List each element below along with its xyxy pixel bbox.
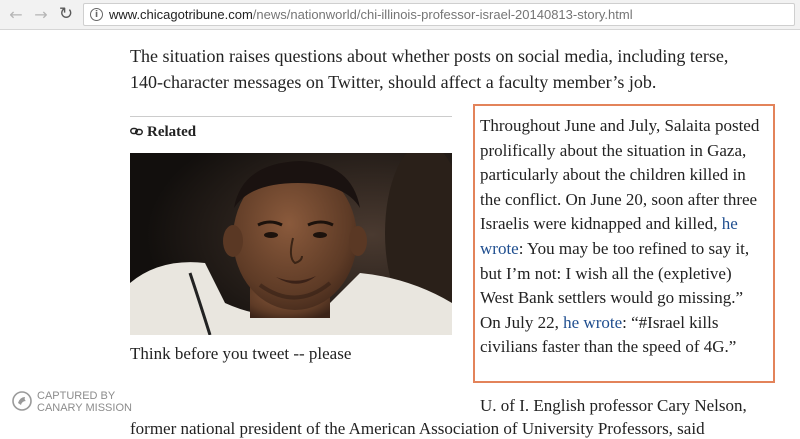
reload-button[interactable]: ↻ bbox=[56, 4, 76, 24]
browser-toolbar: ← → ↻ i www.chicagotribune.com/news/nati… bbox=[0, 0, 800, 30]
quote-text-1: Throughout June and July, Salaita posted… bbox=[480, 116, 760, 234]
url-path: /news/nationworld/chi-illinois-professor… bbox=[252, 7, 633, 22]
arrow-right-icon: → bbox=[34, 4, 48, 24]
watermark-line-2: CANARY MISSION bbox=[37, 402, 132, 414]
related-photo[interactable] bbox=[130, 153, 452, 335]
address-bar[interactable]: i www.chicagotribune.com/news/nationworl… bbox=[83, 3, 795, 26]
info-icon[interactable]: i bbox=[90, 8, 103, 21]
following-paragraph: U. of I. English professor Cary Nelson, bbox=[480, 396, 747, 415]
canary-logo-icon bbox=[12, 390, 32, 414]
canary-mission-watermark: CAPTURED BY CANARY MISSION bbox=[12, 390, 132, 414]
related-heading-label: Related bbox=[147, 124, 197, 140]
forward-button[interactable]: → bbox=[31, 4, 51, 24]
reload-icon: ↻ bbox=[58, 4, 74, 24]
url-domain: www.chicagotribune.com bbox=[109, 7, 253, 22]
link-icon bbox=[130, 124, 143, 141]
he-wrote-link-2[interactable]: he wrote bbox=[563, 313, 622, 332]
back-button[interactable]: ← bbox=[6, 4, 26, 24]
watermark-line-1: CAPTURED BY bbox=[37, 390, 116, 402]
article-intro-paragraph: The situation raises questions about whe… bbox=[130, 46, 729, 92]
highlighted-quote-box: Throughout June and July, Salaita posted… bbox=[473, 104, 775, 383]
cut-off-paragraph: former national president of the America… bbox=[130, 419, 705, 438]
photo-caption[interactable]: Think before you tweet -- please bbox=[130, 344, 351, 364]
related-divider bbox=[130, 116, 452, 117]
arrow-left-icon: ← bbox=[9, 4, 23, 24]
related-heading: Related bbox=[130, 124, 196, 141]
portrait-image bbox=[130, 153, 452, 335]
